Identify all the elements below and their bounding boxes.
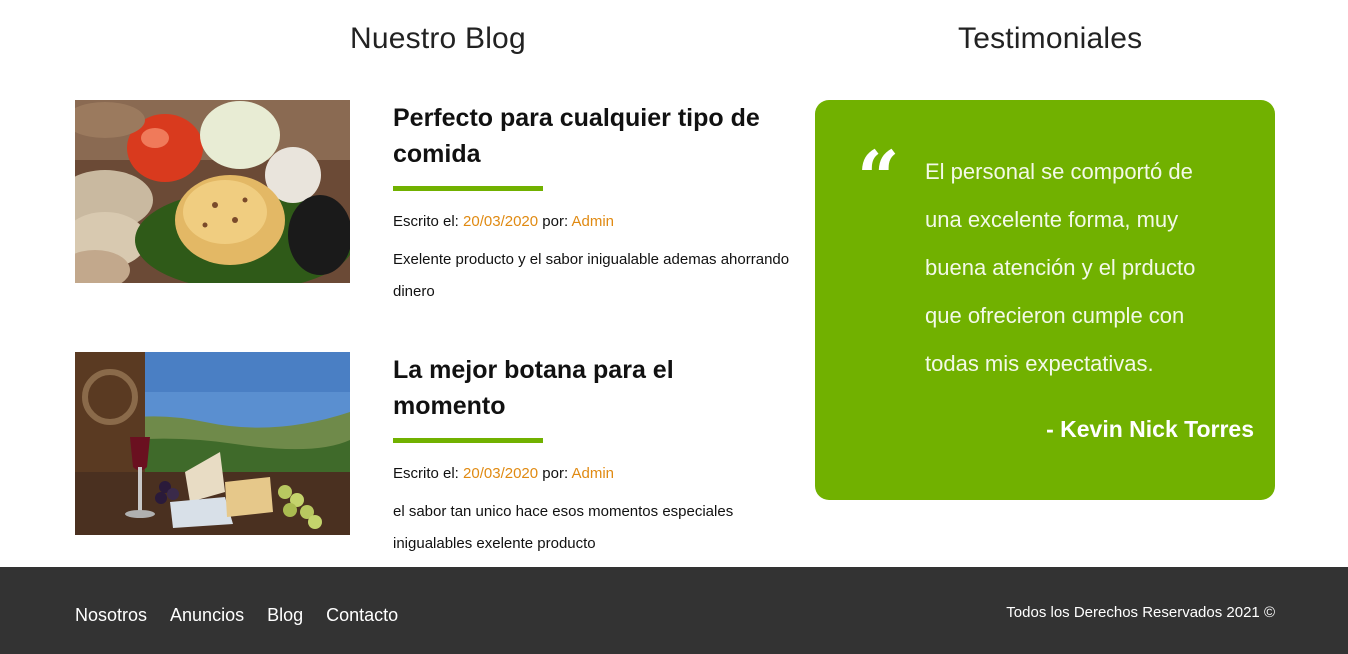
post-author-link[interactable]: Admin [571,465,614,482]
post-title[interactable]: Perfecto para cualquier tipo de comida [393,100,793,172]
post-date-link[interactable]: 20/03/2020 [463,213,538,230]
post-title[interactable]: La mejor botana para el momento [393,352,793,424]
post-image-cheese-wine[interactable] [75,352,350,535]
testimonials-section-title: Testimoniales [958,22,1143,55]
post-image-cheese-bread[interactable] [75,100,350,283]
footer-nav: Nosotros Anuncios Blog Contacto [75,605,398,626]
footer-link-nosotros[interactable]: Nosotros [75,605,147,626]
post-meta: Escrito el: 20/03/2020 por: Admin [393,465,793,482]
written-label: Escrito el: [393,465,459,482]
footer-link-anuncios[interactable]: Anuncios [170,605,244,626]
blog-post-2: La mejor botana para el momento Escrito … [393,352,793,560]
site-footer: Nosotros Anuncios Blog Contacto Todos lo… [0,567,1348,654]
footer-link-blog[interactable]: Blog [267,605,303,626]
copyright-text: Todos los Derechos Reservados 2021 © [1006,604,1275,621]
post-excerpt: el sabor tan unico hace esos momentos es… [393,503,734,552]
testimonial-author: - Kevin Nick Torres [1046,416,1254,442]
cheese-wine-photo [75,352,350,535]
post-divider [393,186,543,191]
blog-post-1: Perfecto para cualquier tipo de comida E… [393,100,793,308]
testimonial-quote: El personal se comportó de una excelente… [925,159,1196,376]
quote-icon: “ [857,136,900,222]
post-meta: Escrito el: 20/03/2020 por: Admin [393,213,793,230]
post-divider [393,438,543,443]
blog-section-title: Nuestro Blog [350,22,526,55]
written-label: Escrito el: [393,213,459,230]
post-date-link[interactable]: 20/03/2020 [463,465,538,482]
post-author-link[interactable]: Admin [571,213,614,230]
cheese-bread-photo [75,100,350,283]
by-label: por: [542,465,569,482]
by-label: por: [542,213,569,230]
footer-link-contacto[interactable]: Contacto [326,605,398,626]
post-excerpt: Exelente producto y el sabor inigualable… [393,251,790,300]
testimonial-card: “ El personal se comportó de una excelen… [815,100,1275,500]
